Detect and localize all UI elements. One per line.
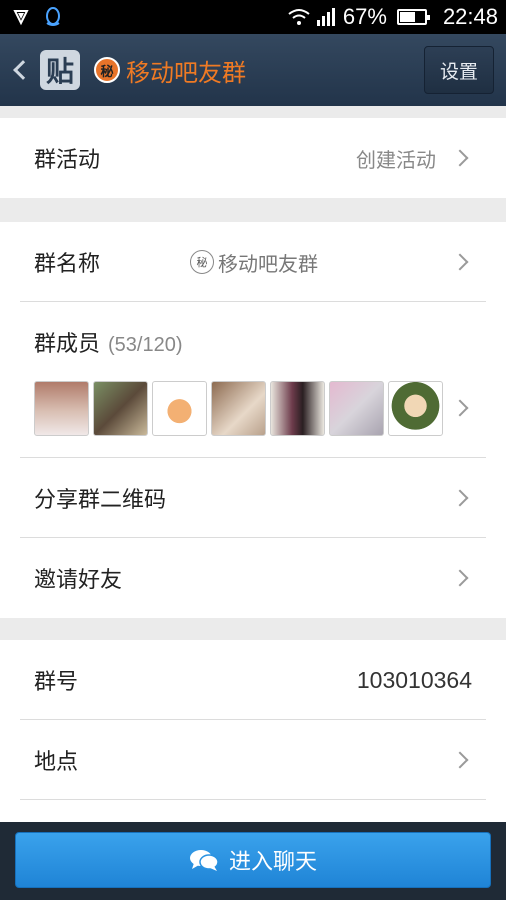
secret-badge-icon: 秘 (190, 250, 214, 274)
clock: 22:48 (442, 4, 498, 29)
signal-icon (316, 8, 335, 26)
group-name-row[interactable]: 群名称 秘 移动吧友群 (0, 222, 506, 302)
member-avatar[interactable] (211, 381, 266, 436)
bottom-bar: 进入聊天 (0, 822, 506, 900)
group-activity-label: 群活动 (34, 148, 101, 173)
chat-bubbles-icon (189, 850, 219, 871)
group-members-header: 群成员 (53/120) (34, 326, 183, 358)
divider (20, 799, 486, 800)
invite-friends-label: 邀请好友 (34, 568, 123, 593)
member-avatar[interactable] (152, 381, 207, 436)
wifi-icon (288, 9, 310, 25)
share-qr-row[interactable]: 分享群二维码 (0, 458, 506, 538)
member-avatar[interactable] (388, 381, 443, 436)
chevron-right-icon (451, 751, 469, 769)
group-activity-row[interactable]: 群活动 创建活动 (0, 118, 506, 198)
group-detail-section: 群号 103010364 地点 (0, 640, 506, 822)
header-bar: 贴 秘 移动吧友群 设置 (0, 34, 506, 106)
chevron-right-icon (451, 569, 469, 587)
member-avatar[interactable] (34, 381, 89, 436)
invite-friends-row[interactable]: 邀请好友 (0, 538, 506, 618)
group-name-label: 群名称 (34, 252, 101, 277)
chevron-right-icon (451, 399, 469, 417)
group-name-text: 移动吧友群 (218, 251, 318, 276)
member-avatar[interactable] (329, 381, 384, 436)
status-bar: 67% 22:48 (0, 0, 506, 34)
chevron-right-icon (451, 489, 469, 507)
group-members-label: 群成员 (34, 332, 101, 357)
settings-button[interactable]: 设置 (424, 46, 494, 94)
back-icon[interactable] (13, 60, 33, 80)
page-title: 移动吧友群 (126, 58, 246, 87)
group-info-section: 群名称 秘 移动吧友群 群成员 (53/120) 分享群二维码 邀请好友 (0, 222, 506, 618)
group-id-row: 群号 103010364 (0, 640, 506, 720)
group-members-row[interactable]: 群成员 (53/120) (0, 302, 506, 458)
location-label: 地点 (34, 750, 79, 775)
battery-percent: 67% (342, 4, 387, 29)
secret-badge-icon: 秘 (94, 57, 120, 83)
enter-chat-label: 进入聊天 (228, 850, 317, 875)
member-avatar[interactable] (93, 381, 148, 436)
shield-icon (13, 10, 29, 26)
member-avatars (34, 381, 443, 436)
create-activity-link[interactable]: 创建活动 (356, 144, 436, 173)
group-id-value: 103010364 (356, 666, 472, 693)
member-avatar[interactable] (270, 381, 325, 436)
chevron-right-icon (451, 149, 469, 167)
activity-section: 群活动 创建活动 (0, 118, 506, 198)
tieba-logo[interactable]: 贴 (40, 50, 80, 90)
member-count: (53/120) (108, 334, 183, 356)
location-row[interactable]: 地点 (0, 720, 506, 800)
group-id-label: 群号 (34, 670, 79, 695)
enter-chat-button[interactable]: 进入聊天 (15, 832, 491, 888)
share-qr-label: 分享群二维码 (34, 488, 167, 513)
group-name-value: 秘 移动吧友群 (190, 248, 318, 277)
qq-icon (46, 7, 60, 26)
battery-icon (396, 9, 430, 25)
chevron-right-icon (451, 253, 469, 271)
